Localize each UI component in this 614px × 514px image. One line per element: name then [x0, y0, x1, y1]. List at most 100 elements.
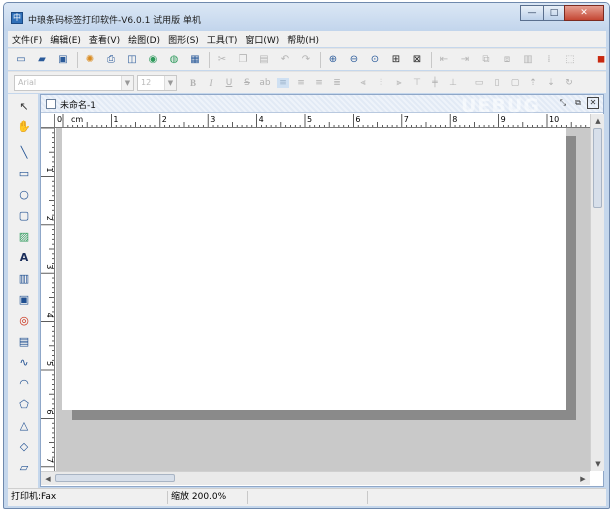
scroll-down-icon[interactable]: ▼ [592, 458, 604, 470]
align-center-text-icon[interactable]: ≡ [295, 78, 307, 88]
close-button[interactable]: ✕ [564, 5, 604, 21]
barcode-settings-icon[interactable]: ◉ [146, 53, 160, 67]
zoom-fit-icon[interactable]: ⊙ [368, 53, 382, 67]
menu-view[interactable]: 查看(V) [85, 33, 124, 46]
superscript-button[interactable]: ab [259, 78, 271, 88]
chevron-down-icon[interactable]: ▼ [121, 75, 133, 90]
zoom-actual-icon[interactable]: ⊠ [410, 53, 424, 67]
qrcode-icon[interactable]: ▣ [17, 293, 31, 307]
rounded-rect-icon[interactable]: ▢ [17, 209, 31, 223]
copy-icon[interactable]: ❐ [236, 53, 250, 67]
align-objects-left-icon[interactable]: ⫷ [357, 78, 369, 88]
print-icon[interactable]: ⎙ [104, 53, 118, 67]
menu-draw[interactable]: 绘图(D) [124, 33, 164, 46]
horizontal-scroll-thumb[interactable] [55, 474, 175, 482]
restore-icon[interactable]: ⧉ [572, 97, 584, 109]
menu-edit[interactable]: 编辑(E) [46, 33, 85, 46]
cut-icon[interactable]: ✂ [215, 53, 229, 67]
send-back-icon[interactable]: ⇣ [545, 78, 557, 88]
select-pointer-icon[interactable]: ↖ [17, 100, 31, 114]
distribute-icon[interactable]: ⁞ [542, 53, 556, 67]
menu-window[interactable]: 窗口(W) [241, 33, 283, 46]
barcode-icon[interactable]: ▥ [17, 272, 31, 286]
rectangle-icon[interactable]: ▭ [17, 167, 31, 181]
title-bar[interactable]: 中 中琅条码标签打印软件-V6.0.1 试用版 单机 — □ ✕ [4, 3, 609, 31]
bold-button[interactable]: B [187, 78, 199, 88]
new-icon[interactable]: ▭ [14, 53, 28, 67]
redo-icon[interactable]: ↷ [299, 53, 313, 67]
label-page[interactable] [62, 128, 566, 410]
align-objects-right-icon[interactable]: ⫸ [393, 78, 405, 88]
chevron-down-icon[interactable]: ▼ [164, 75, 176, 90]
polygon-icon[interactable]: ⬠ [17, 398, 31, 412]
ocr-text-icon[interactable]: ▤ [17, 335, 31, 349]
diamond-icon[interactable]: ◇ [17, 440, 31, 454]
scroll-left-icon[interactable]: ◀ [42, 473, 54, 485]
image-icon[interactable]: ▨ [17, 230, 31, 244]
paste-icon[interactable]: ▤ [257, 53, 271, 67]
open-icon[interactable]: ▰ [35, 53, 49, 67]
ruler-label: 6 [45, 409, 54, 414]
stamp-icon[interactable]: ◎ [17, 314, 31, 328]
menu-bar: 文件(F) 编辑(E) 查看(V) 绘图(D) 图形(S) 工具(T) 窗口(W… [8, 31, 606, 47]
menu-shape[interactable]: 图形(S) [164, 33, 203, 46]
curve-icon[interactable]: ∿ [17, 356, 31, 370]
data-source-icon[interactable]: ◍ [167, 53, 181, 67]
same-size-icon[interactable]: ▢ [509, 78, 521, 88]
pdf-icon[interactable]: ◼ [594, 53, 608, 67]
minimize-button[interactable]: — [520, 5, 544, 21]
lock-icon[interactable]: ▥ [521, 53, 535, 67]
justify-text-icon[interactable]: ≣ [331, 78, 343, 88]
maximize-button[interactable]: □ [543, 5, 565, 21]
align-right-text-icon[interactable]: ≡ [313, 78, 325, 88]
close-doc-icon[interactable]: ✕ [587, 97, 599, 109]
print-preview-icon[interactable]: ◫ [125, 53, 139, 67]
underline-button[interactable]: U [223, 78, 235, 88]
horizontal-scrollbar[interactable]: ◀ ▶ [41, 471, 590, 485]
zoom-in-icon[interactable]: ⊕ [326, 53, 340, 67]
vertical-scroll-thumb[interactable] [593, 128, 602, 208]
font-size-select[interactable]: 12 ▼ [137, 74, 177, 91]
toolbar-separator [320, 51, 321, 68]
menu-file[interactable]: 文件(F) [8, 33, 46, 46]
database-icon[interactable]: ✺ [83, 53, 97, 67]
layer-icon[interactable]: ⬚ [563, 53, 577, 67]
same-height-icon[interactable]: ▯ [491, 78, 503, 88]
text-icon[interactable]: A [17, 251, 31, 265]
line-icon[interactable]: ╲ [17, 146, 31, 160]
document-tab[interactable]: 未命名-1 UEBUG ⤡ ⧉ ✕ [41, 95, 603, 117]
zoom-out-icon[interactable]: ⊖ [347, 53, 361, 67]
menu-help[interactable]: 帮助(H) [283, 33, 323, 46]
same-width-icon[interactable]: ▭ [473, 78, 485, 88]
group-icon[interactable]: ⧉ [479, 53, 493, 67]
ellipse-icon[interactable]: ○ [17, 188, 31, 202]
align-bottom-icon[interactable]: ⊥ [447, 78, 459, 88]
triangle-icon[interactable]: △ [17, 419, 31, 433]
design-canvas[interactable] [56, 128, 590, 471]
scroll-right-icon[interactable]: ▶ [577, 473, 589, 485]
zoom-page-icon[interactable]: ⊞ [389, 53, 403, 67]
scroll-up-icon[interactable]: ▲ [592, 115, 604, 127]
strikethrough-button[interactable]: S [241, 78, 253, 88]
align-right-icon[interactable]: ⇥ [458, 53, 472, 67]
window-controls: — □ ✕ [520, 5, 604, 21]
menu-tools[interactable]: 工具(T) [203, 33, 242, 46]
align-middle-icon[interactable]: ╪ [429, 78, 441, 88]
parallelogram-icon[interactable]: ▱ [17, 461, 31, 475]
vertical-scrollbar[interactable]: ▲ ▼ [590, 114, 604, 471]
align-left-text-icon[interactable]: ≡ [277, 77, 289, 88]
align-objects-center-icon[interactable]: ⫶ [375, 78, 387, 88]
rotate-icon[interactable]: ↻ [563, 78, 575, 88]
undo-icon[interactable]: ↶ [278, 53, 292, 67]
italic-button[interactable]: I [205, 78, 217, 88]
font-name-select[interactable]: Arial ▼ [14, 74, 134, 91]
hand-icon[interactable]: ✋ [17, 120, 31, 134]
arc-icon[interactable]: ◠ [17, 377, 31, 391]
align-left-icon[interactable]: ⇤ [437, 53, 451, 67]
grid-icon[interactable]: ▦ [188, 53, 202, 67]
bring-front-icon[interactable]: ⇡ [527, 78, 539, 88]
align-top-icon[interactable]: ⊤ [411, 78, 423, 88]
ungroup-icon[interactable]: ⧈ [500, 53, 514, 67]
save-icon[interactable]: ▣ [56, 53, 70, 67]
restore-down-icon[interactable]: ⤡ [557, 97, 569, 109]
